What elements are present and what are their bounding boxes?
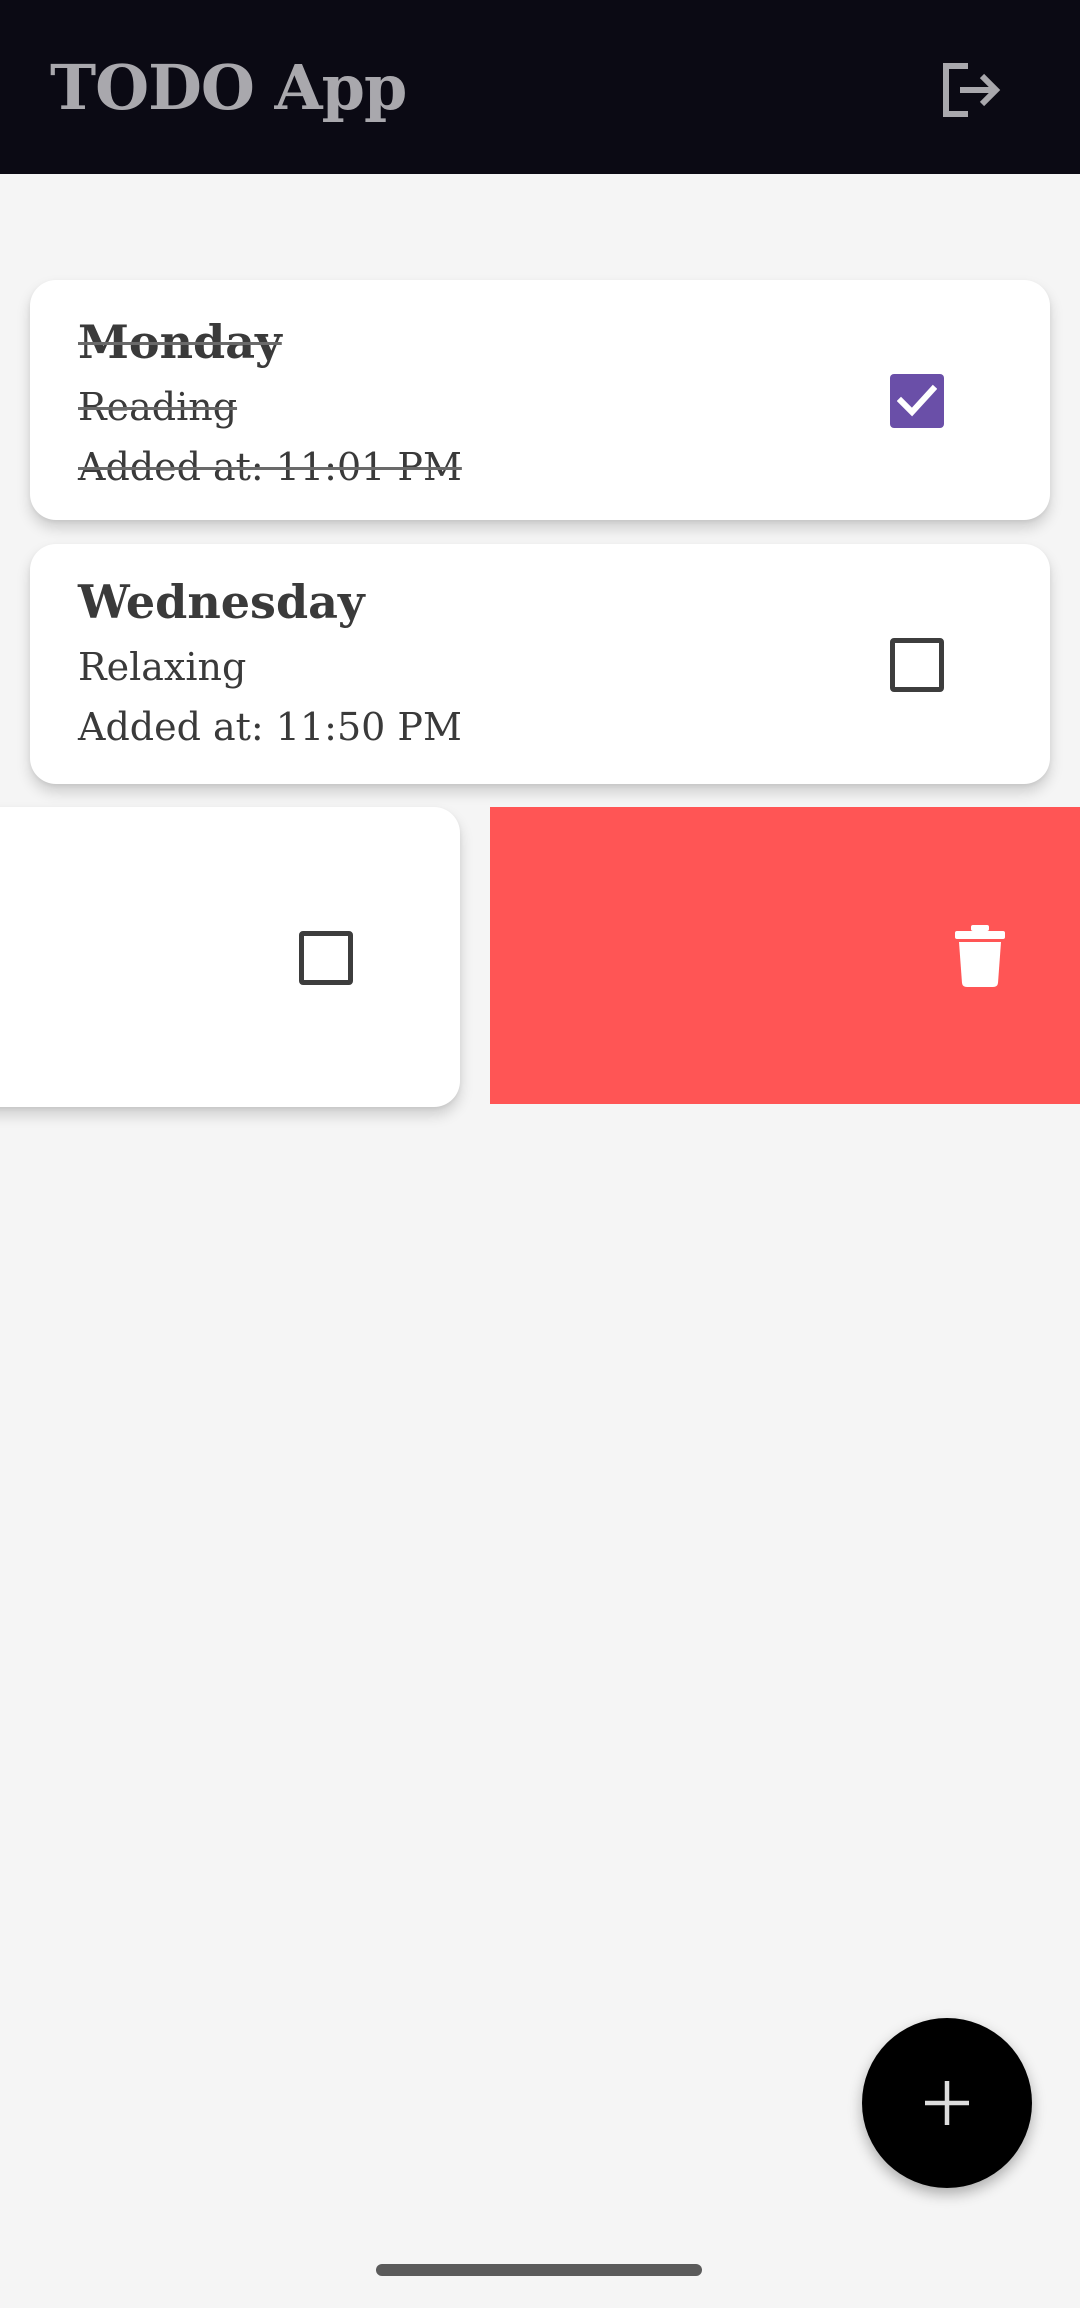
home-indicator[interactable]: [376, 2264, 702, 2276]
logout-button[interactable]: [930, 50, 1010, 130]
todo-checkbox[interactable]: [299, 931, 353, 985]
trash-icon[interactable]: [955, 925, 1005, 987]
todo-description: Relaxing: [78, 645, 247, 689]
todo-added-time: Added at: 11:50 PM: [78, 705, 462, 749]
app-bar: TODO App: [0, 0, 1080, 174]
check-icon: [897, 384, 937, 417]
todo-card-swiped[interactable]: [0, 807, 460, 1107]
todo-description: Reading: [78, 385, 238, 429]
todo-title: Monday: [78, 315, 282, 369]
todo-added-time: Added at: 11:01 PM: [78, 445, 462, 489]
logout-icon: [943, 63, 1001, 117]
todo-title: Wednesday: [78, 575, 365, 629]
app-title: TODO App: [50, 51, 407, 124]
todo-card-monday[interactable]: Monday Reading Added at: 11:01 PM: [30, 280, 1050, 520]
todo-card-wednesday[interactable]: Wednesday Relaxing Added at: 11:50 PM: [30, 544, 1050, 784]
todo-checkbox-checked[interactable]: [890, 374, 944, 428]
plus-icon: [925, 2081, 969, 2125]
todo-checkbox[interactable]: [890, 638, 944, 692]
add-todo-button[interactable]: [862, 2018, 1032, 2188]
